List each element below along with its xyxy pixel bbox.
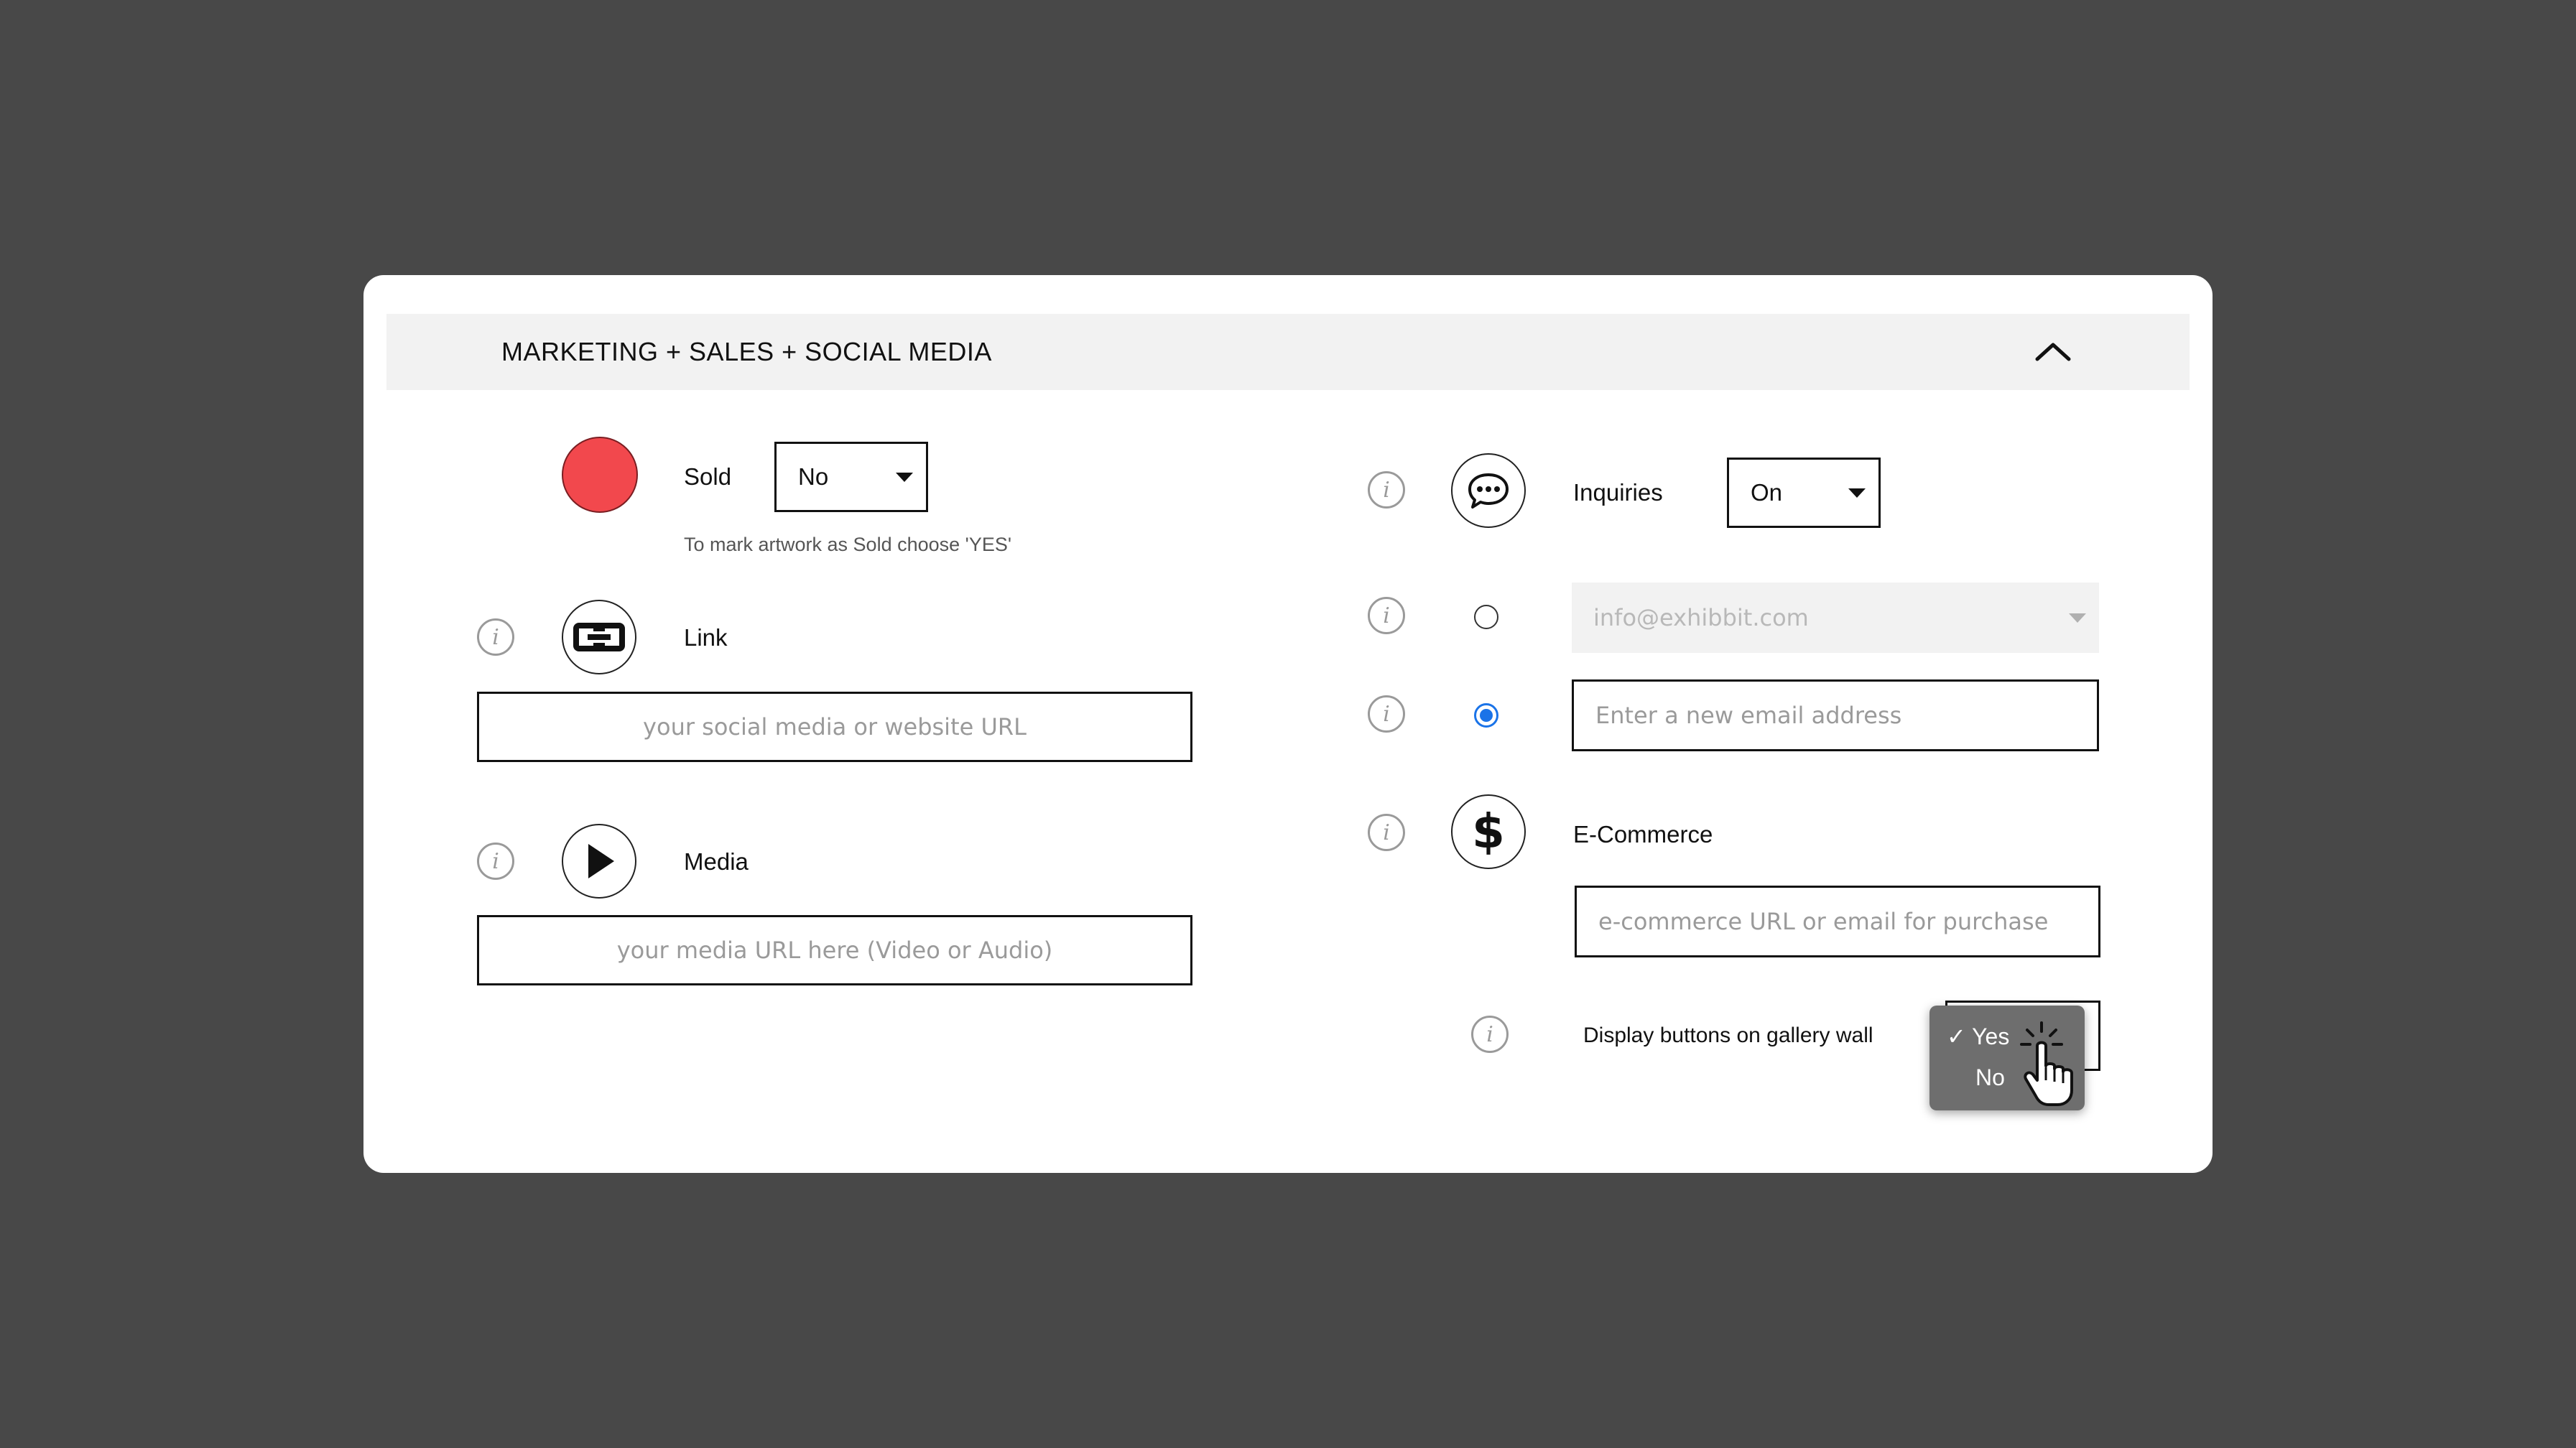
sold-hint: To mark artwork as Sold choose 'YES' <box>684 534 1011 555</box>
play-icon <box>562 824 636 899</box>
dropdown-option-no-label: No <box>1975 1064 2005 1090</box>
hand-cursor-icon <box>2017 1021 2086 1108</box>
section-header[interactable]: MARKETING + SALES + SOCIAL MEDIA <box>386 314 2190 390</box>
info-icon[interactable]: i <box>1368 695 1405 733</box>
info-icon[interactable]: i <box>1368 814 1405 851</box>
caret-down-icon <box>2069 613 2086 623</box>
dropdown-option-no[interactable]: No <box>1975 1064 2005 1091</box>
new-email-radio[interactable] <box>1474 703 1498 728</box>
sold-select[interactable]: No <box>774 442 928 512</box>
info-icon[interactable]: i <box>1368 597 1405 634</box>
inquiries-select-value: On <box>1751 479 1783 506</box>
sold-label: Sold <box>684 463 732 490</box>
media-label: Media <box>684 848 749 875</box>
dollar-icon: $ <box>1451 794 1526 869</box>
sold-select-value: No <box>798 463 829 490</box>
inquiries-label: Inquiries <box>1573 479 1663 506</box>
info-icon[interactable]: i <box>477 843 514 880</box>
gallery-wall-label: Display buttons on gallery wall <box>1583 1024 1873 1047</box>
new-email-input[interactable] <box>1572 679 2099 751</box>
ecommerce-input[interactable] <box>1575 886 2100 957</box>
link-url-input[interactable] <box>477 692 1192 762</box>
existing-email-radio[interactable] <box>1474 605 1498 629</box>
chevron-up-icon[interactable] <box>2031 338 2075 366</box>
info-icon[interactable]: i <box>477 618 514 656</box>
link-label: Link <box>684 624 728 651</box>
section-title: MARKETING + SALES + SOCIAL MEDIA <box>501 337 992 366</box>
media-url-input[interactable] <box>477 915 1192 985</box>
dropdown-option-yes-label: Yes <box>1972 1024 2010 1049</box>
checkmark-icon: ✓ <box>1947 1024 1966 1049</box>
info-icon[interactable]: i <box>1471 1016 1509 1053</box>
caret-down-icon <box>1848 488 1866 498</box>
caret-down-icon <box>896 473 913 482</box>
info-icon[interactable]: i <box>1368 471 1405 509</box>
chat-bubble-icon <box>1451 453 1526 528</box>
dollar-glyph: $ <box>1472 804 1505 859</box>
link-icon <box>562 600 636 674</box>
ecommerce-label: E-Commerce <box>1573 821 1713 848</box>
sold-indicator <box>562 437 638 513</box>
dropdown-option-yes[interactable]: ✓ Yes <box>1947 1023 2009 1050</box>
existing-email-value: info@exhibbit.com <box>1593 604 1809 631</box>
existing-email-select: info@exhibbit.com <box>1572 583 2099 653</box>
inquiries-select[interactable]: On <box>1727 458 1881 528</box>
